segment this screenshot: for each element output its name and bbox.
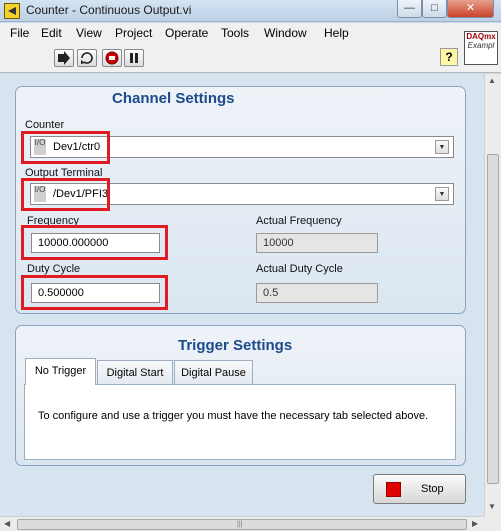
menu-help[interactable]: Help xyxy=(324,26,349,40)
menu-view[interactable]: View xyxy=(76,26,102,40)
actual-duty-cycle-value: 0.5 xyxy=(263,287,279,299)
run-continuously-icon xyxy=(81,52,93,64)
stop-button[interactable]: Stop xyxy=(373,474,466,504)
vertical-scroll-thumb[interactable] xyxy=(487,154,499,484)
trigger-info-message: To configure and use a trigger you must … xyxy=(38,410,429,422)
scroll-down-icon[interactable]: ▼ xyxy=(488,502,496,511)
stop-square-icon xyxy=(386,482,401,497)
vi-icon-logo: DAQmx Exampl xyxy=(464,31,498,65)
chevron-down-icon[interactable]: ▼ xyxy=(435,187,449,201)
tab-no-trigger[interactable]: No Trigger xyxy=(25,358,96,385)
maximize-button[interactable]: □ xyxy=(422,0,447,18)
actual-duty-cycle-indicator: 0.5 xyxy=(256,283,378,303)
run-button[interactable] xyxy=(54,49,74,67)
actual-frequency-indicator: 10000 xyxy=(256,233,378,253)
title-bar: Counter - Continuous Output.vi — □ ✕ xyxy=(0,0,501,22)
duty-cycle-label: Duty Cycle xyxy=(27,263,81,275)
channel-settings-title: Channel Settings xyxy=(112,90,235,107)
counter-label: Counter xyxy=(25,119,65,131)
stop-button-label: Stop xyxy=(421,483,444,495)
actual-frequency-value: 10000 xyxy=(263,237,294,249)
menu-window[interactable]: Window xyxy=(264,26,307,40)
pause-icon xyxy=(130,53,138,63)
menu-operate[interactable]: Operate xyxy=(165,26,208,40)
tab-digital-pause[interactable]: Digital Pause xyxy=(174,360,253,385)
menu-bar: File Edit View Project Operate Tools Win… xyxy=(0,23,501,43)
scroll-grip-icon: ||| xyxy=(237,521,243,528)
horizontal-scrollbar[interactable]: ◀ ||| ▶ xyxy=(0,516,484,531)
pause-button[interactable] xyxy=(124,49,144,67)
resize-grip-icon[interactable] xyxy=(484,516,501,531)
scroll-right-icon[interactable]: ▶ xyxy=(472,519,478,528)
highlight-box-duty-cycle xyxy=(21,275,168,310)
run-continuously-button[interactable] xyxy=(77,49,97,67)
abort-execution-button[interactable] xyxy=(102,49,122,67)
menu-tools[interactable]: Tools xyxy=(221,26,249,40)
highlight-box-frequency xyxy=(21,225,168,260)
trigger-settings-title: Trigger Settings xyxy=(178,337,293,354)
window-title: Counter - Continuous Output.vi xyxy=(26,3,192,17)
labview-vi-icon xyxy=(4,3,20,19)
actual-frequency-label: Actual Frequency xyxy=(256,215,342,227)
context-help-button[interactable]: ? xyxy=(440,48,458,66)
chevron-down-icon[interactable]: ▼ xyxy=(435,140,449,154)
toolbar xyxy=(0,43,501,73)
actual-duty-cycle-label: Actual Duty Cycle xyxy=(256,263,343,275)
minimize-button[interactable]: — xyxy=(397,0,422,18)
tab-digital-start[interactable]: Digital Start xyxy=(97,360,173,385)
run-arrow-icon xyxy=(58,51,70,65)
logo-text-daqmx: DAQmx xyxy=(466,32,496,41)
vertical-scrollbar[interactable]: ▲ ▼ xyxy=(484,74,501,516)
logo-text-example: Exampl xyxy=(467,41,495,50)
abort-execution-icon xyxy=(105,51,119,65)
scroll-left-icon[interactable]: ◀ xyxy=(4,519,10,528)
highlight-box-output-terminal xyxy=(21,178,110,211)
menu-edit[interactable]: Edit xyxy=(41,26,62,40)
tab-content-no-trigger: To configure and use a trigger you must … xyxy=(24,384,456,460)
menu-file[interactable]: File xyxy=(10,26,29,40)
close-button[interactable]: ✕ xyxy=(447,0,494,18)
scroll-up-icon[interactable]: ▲ xyxy=(488,76,496,85)
menu-project[interactable]: Project xyxy=(115,26,152,40)
highlight-box-counter xyxy=(21,131,110,164)
